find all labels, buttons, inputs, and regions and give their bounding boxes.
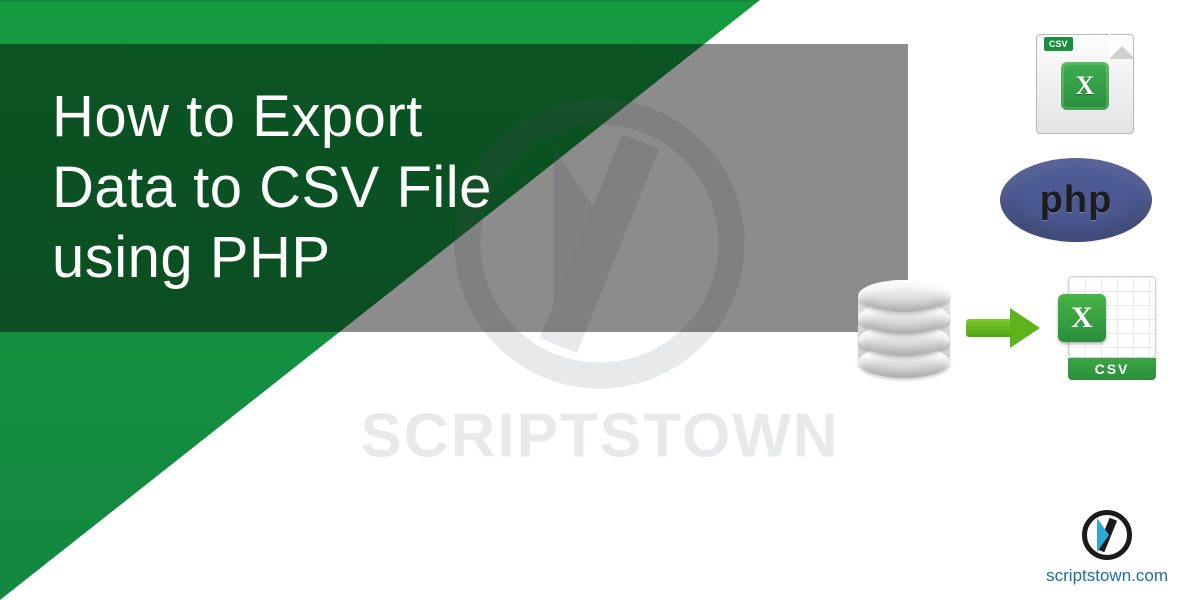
excel-x-badge-icon: X bbox=[1058, 294, 1106, 342]
brand-url: scriptstown.com bbox=[1046, 566, 1168, 586]
right-icon-column: CSV X php X CSV bbox=[928, 34, 1158, 380]
excel-square-icon: X bbox=[1061, 62, 1109, 110]
db-to-csv-flow: X CSV bbox=[858, 276, 1156, 380]
title-line-2: Data to CSV File bbox=[52, 155, 492, 220]
title-line-3: using PHP bbox=[52, 225, 331, 290]
watermark-text: SCRIPTSTOWN bbox=[361, 401, 840, 472]
csv-tab-label: CSV bbox=[1044, 37, 1073, 51]
php-label: php bbox=[1040, 179, 1113, 222]
banner-canvas: SCRIPTSTOWN How to Export Data to CSV Fi… bbox=[0, 0, 1200, 600]
brand-block: scriptstown.com bbox=[1046, 510, 1168, 586]
csv-file-icon: CSV X bbox=[1036, 34, 1134, 134]
scriptstown-logo-icon bbox=[1082, 510, 1132, 560]
database-icon bbox=[858, 280, 950, 376]
x-badge-letter: X bbox=[1071, 301, 1093, 335]
title-panel: How to Export Data to CSV File using PHP bbox=[0, 44, 908, 332]
csv-spreadsheet-icon: X CSV bbox=[1060, 276, 1156, 380]
title-line-1: How to Export bbox=[52, 84, 423, 149]
page-title: How to Export Data to CSV File using PHP bbox=[52, 82, 492, 294]
php-logo-icon: php bbox=[1000, 158, 1152, 242]
csv-band-label: CSV bbox=[1068, 358, 1156, 380]
arrow-right-icon bbox=[966, 308, 1044, 348]
excel-letter: X bbox=[1076, 71, 1095, 101]
